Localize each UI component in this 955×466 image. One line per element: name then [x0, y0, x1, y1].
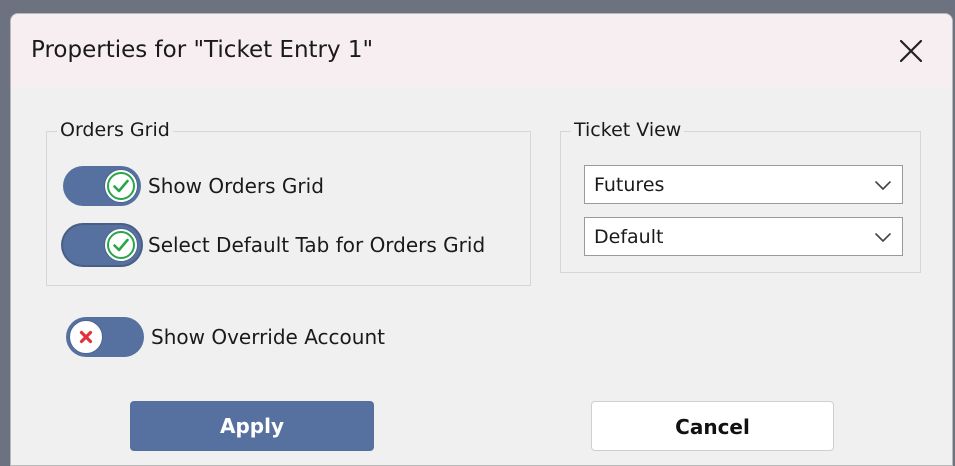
select-default-tab-label: Select Default Tab for Orders Grid [148, 233, 486, 257]
show-orders-grid-label: Show Orders Grid [148, 174, 324, 198]
show-override-account-label: Show Override Account [151, 325, 385, 349]
show-orders-grid-toggle[interactable] [63, 166, 141, 206]
ticket-view-group: Ticket View Futures Default [560, 119, 921, 273]
instrument-selected-value: Futures [594, 174, 665, 196]
ticket-view-instrument-select[interactable]: Futures [584, 165, 903, 204]
show-orders-grid-row: Show Orders Grid [63, 166, 513, 206]
apply-button[interactable]: Apply [130, 401, 374, 451]
select-default-tab-toggle[interactable] [63, 225, 141, 265]
ticket-view-legend: Ticket View [571, 119, 685, 141]
orders-grid-legend: Orders Grid [57, 119, 173, 141]
title-bar: Properties for "Ticket Entry 1" [11, 14, 952, 88]
ticket-view-layout-select[interactable]: Default [584, 217, 903, 256]
close-icon [899, 39, 923, 63]
orders-grid-group: Orders Grid Show Orders Grid Select Defa… [46, 119, 531, 286]
check-icon [107, 172, 135, 200]
check-icon [107, 231, 135, 259]
dialog-title: Properties for "Ticket Entry 1" [31, 37, 374, 63]
close-button[interactable] [893, 33, 929, 69]
toggle-knob [104, 228, 138, 262]
chevron-down-icon [875, 181, 891, 190]
toggle-knob [104, 169, 138, 203]
properties-dialog: Properties for "Ticket Entry 1" Orders G… [10, 13, 953, 466]
cancel-button[interactable]: Cancel [591, 401, 834, 451]
cross-icon [79, 330, 93, 344]
select-default-tab-row: Select Default Tab for Orders Grid [63, 225, 523, 265]
show-override-account-toggle[interactable] [66, 317, 144, 357]
layout-selected-value: Default [594, 226, 664, 248]
chevron-down-icon [875, 233, 891, 242]
toggle-knob [69, 320, 103, 354]
show-override-account-row: Show Override Account [66, 317, 446, 357]
